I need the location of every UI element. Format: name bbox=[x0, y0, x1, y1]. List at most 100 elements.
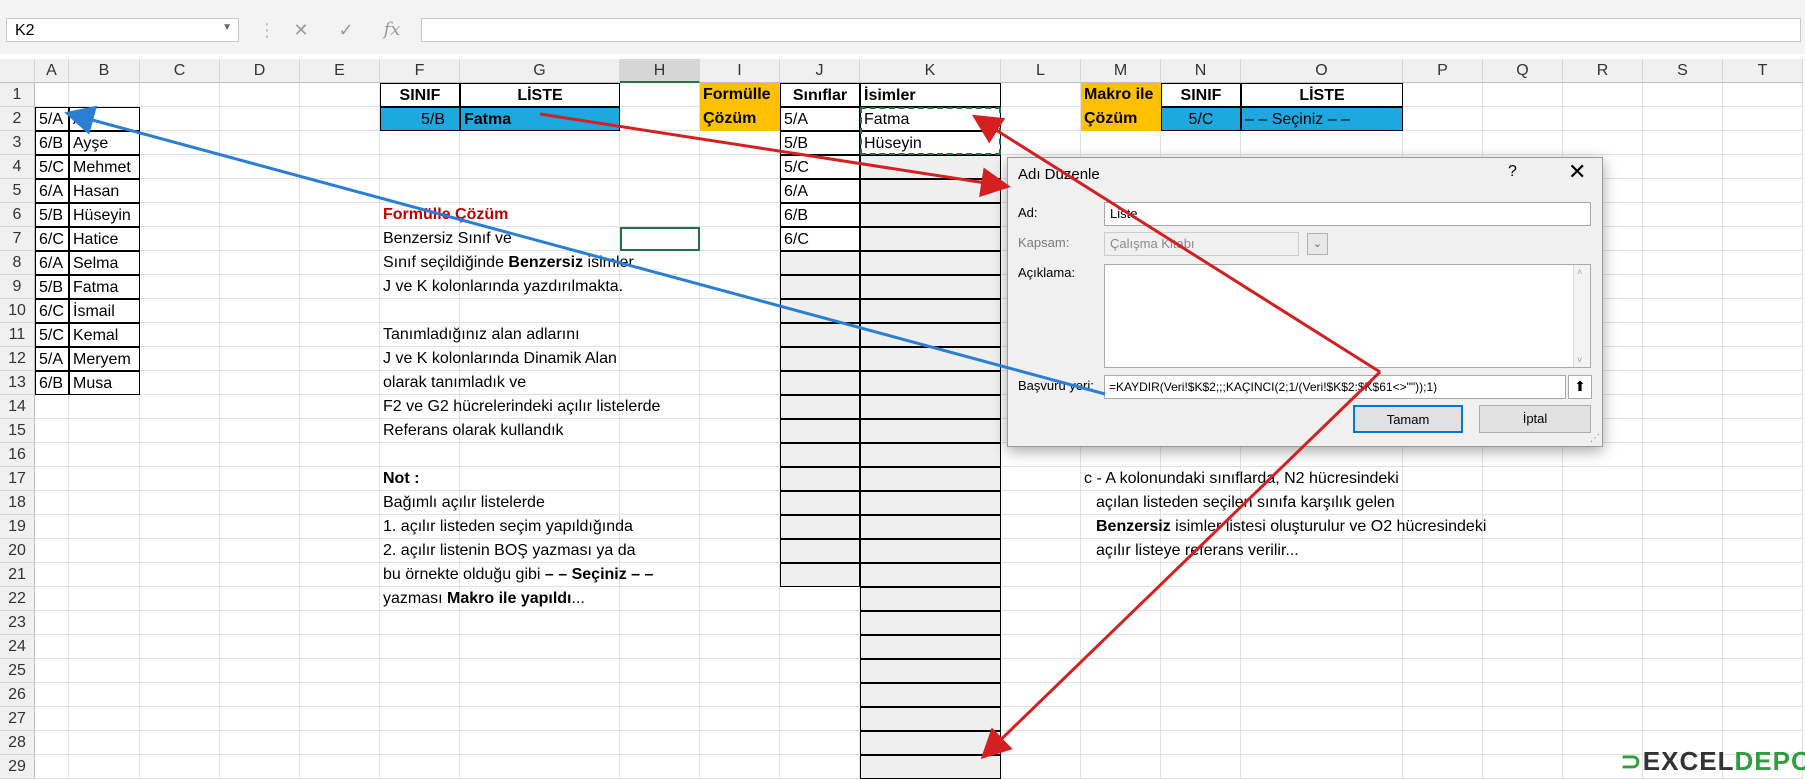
row-header-23[interactable]: 23 bbox=[0, 611, 35, 635]
column-header-i[interactable]: I bbox=[700, 59, 780, 83]
cell-k12[interactable] bbox=[860, 347, 1001, 371]
cell-b4[interactable]: Mehmet bbox=[69, 155, 140, 179]
cell-k27[interactable] bbox=[860, 707, 1001, 731]
cell-g2-liste-dropdown[interactable]: Fatma bbox=[460, 107, 620, 131]
row-header-22[interactable]: 22 bbox=[0, 587, 35, 611]
cell-i2-cozum[interactable]: Çözüm bbox=[700, 107, 780, 131]
column-header-n[interactable]: N bbox=[1161, 59, 1241, 83]
row-header-13[interactable]: 13 bbox=[0, 371, 35, 395]
cell-k20[interactable] bbox=[860, 539, 1001, 563]
refers-to-input[interactable]: =KAYDIR(Veri!$K$2;;;KAÇINCI(2;1/(Veri!$K… bbox=[1104, 375, 1566, 399]
row-header-27[interactable]: 27 bbox=[0, 707, 35, 731]
cell-j11[interactable] bbox=[780, 323, 860, 347]
note-f6-title[interactable]: Formülle Çözüm bbox=[380, 203, 508, 227]
column-header-c[interactable]: C bbox=[140, 59, 220, 83]
cell-j16[interactable] bbox=[780, 443, 860, 467]
row-header-2[interactable]: 2 bbox=[0, 107, 35, 131]
row-header-3[interactable]: 3 bbox=[0, 131, 35, 155]
cell-j6[interactable]: 6/B bbox=[780, 203, 860, 227]
row-header-21[interactable]: 21 bbox=[0, 563, 35, 587]
cell-k26[interactable] bbox=[860, 683, 1001, 707]
cell-j12[interactable] bbox=[780, 347, 860, 371]
comment-scrollbar[interactable]: ˄ ˅ bbox=[1573, 265, 1590, 367]
note-f22[interactable]: yazması Makro ile yapıldı... bbox=[380, 587, 585, 611]
row-header-14[interactable]: 14 bbox=[0, 395, 35, 419]
cell-k6[interactable] bbox=[860, 203, 1001, 227]
cancel-icon[interactable]: ✕ bbox=[289, 18, 313, 42]
insert-function-icon[interactable]: fx bbox=[380, 18, 404, 42]
cell-a7[interactable]: 6/C bbox=[35, 227, 69, 251]
row-header-11[interactable]: 11 bbox=[0, 323, 35, 347]
cell-b2[interactable]: Ali bbox=[69, 107, 140, 131]
cell-b9[interactable]: Fatma bbox=[69, 275, 140, 299]
cell-i1-formulle[interactable]: Formülle bbox=[700, 83, 780, 107]
cell-j10[interactable] bbox=[780, 299, 860, 323]
note-m19[interactable]: Benzersiz isimler listesi oluşturulur ve… bbox=[1081, 515, 1486, 539]
cell-k13[interactable] bbox=[860, 371, 1001, 395]
cell-k18[interactable] bbox=[860, 491, 1001, 515]
cell-k4[interactable] bbox=[860, 155, 1001, 179]
note-f19[interactable]: 1. açılır listeden seçim yapıldığında bbox=[380, 515, 633, 539]
cell-k24[interactable] bbox=[860, 635, 1001, 659]
cell-j5[interactable]: 6/A bbox=[780, 179, 860, 203]
cell-m1-makro-ile[interactable]: Makro ile bbox=[1081, 83, 1161, 107]
cell-k5[interactable] bbox=[860, 179, 1001, 203]
column-header-k[interactable]: K bbox=[860, 59, 1001, 83]
collapse-dialog-icon[interactable]: ⬆ bbox=[1568, 375, 1592, 399]
cell-k11[interactable] bbox=[860, 323, 1001, 347]
cell-a10[interactable]: 6/C bbox=[35, 299, 69, 323]
column-header-d[interactable]: D bbox=[220, 59, 300, 83]
cell-b7[interactable]: Hatice bbox=[69, 227, 140, 251]
cell-j4[interactable]: 5/C bbox=[780, 155, 860, 179]
row-header-7[interactable]: 7 bbox=[0, 227, 35, 251]
row-header-8[interactable]: 8 bbox=[0, 251, 35, 275]
cell-k15[interactable] bbox=[860, 419, 1001, 443]
name-input[interactable]: Liste bbox=[1104, 202, 1591, 226]
note-f20[interactable]: 2. açılır listenin BOŞ yazması ya da bbox=[380, 539, 636, 563]
cell-k23[interactable] bbox=[860, 611, 1001, 635]
select-all-corner[interactable] bbox=[0, 59, 35, 83]
scroll-down-icon[interactable]: ˅ bbox=[1577, 355, 1582, 365]
column-header-e[interactable]: E bbox=[300, 59, 380, 83]
note-f8[interactable]: Sınıf seçildiğinde Benzersiz isimler bbox=[380, 251, 634, 275]
note-f13[interactable]: olarak tanımladık ve bbox=[380, 371, 526, 395]
cell-b11[interactable]: Kemal bbox=[69, 323, 140, 347]
cell-k1-isimler-header[interactable]: İsimler bbox=[860, 83, 1001, 107]
note-f18[interactable]: Bağımlı açılır listelerde bbox=[380, 491, 545, 515]
cell-k8[interactable] bbox=[860, 251, 1001, 275]
cell-j7[interactable]: 6/C bbox=[780, 227, 860, 251]
note-f11[interactable]: Tanımladığınız alan adlarını bbox=[380, 323, 580, 347]
row-header-18[interactable]: 18 bbox=[0, 491, 35, 515]
row-header-1[interactable]: 1 bbox=[0, 83, 35, 107]
row-header-17[interactable]: 17 bbox=[0, 467, 35, 491]
row-header-20[interactable]: 20 bbox=[0, 539, 35, 563]
row-header-24[interactable]: 24 bbox=[0, 635, 35, 659]
note-m20[interactable]: açılır listeye referans verilir... bbox=[1081, 539, 1299, 563]
cell-m2-cozum[interactable]: Çözüm bbox=[1081, 107, 1161, 131]
row-header-5[interactable]: 5 bbox=[0, 179, 35, 203]
cell-f1-sinif-header[interactable]: SINIF bbox=[380, 83, 460, 107]
chevron-down-icon[interactable]: ▼ bbox=[222, 22, 232, 33]
column-header-g[interactable]: G bbox=[460, 59, 620, 83]
row-header-10[interactable]: 10 bbox=[0, 299, 35, 323]
note-f14[interactable]: F2 ve G2 hücrelerindeki açılır listelerd… bbox=[380, 395, 660, 419]
enter-icon[interactable]: ✓ bbox=[334, 18, 358, 42]
cell-k25[interactable] bbox=[860, 659, 1001, 683]
cell-k21[interactable] bbox=[860, 563, 1001, 587]
cell-a12[interactable]: 5/A bbox=[35, 347, 69, 371]
cell-k17[interactable] bbox=[860, 467, 1001, 491]
column-header-q[interactable]: Q bbox=[1483, 59, 1563, 83]
cell-j2[interactable]: 5/A bbox=[780, 107, 860, 131]
cell-j17[interactable] bbox=[780, 467, 860, 491]
cell-k14[interactable] bbox=[860, 395, 1001, 419]
column-header-r[interactable]: R bbox=[1563, 59, 1643, 83]
cell-k22[interactable] bbox=[860, 587, 1001, 611]
note-f9[interactable]: J ve K kolonlarında yazdırılmakta. bbox=[380, 275, 623, 299]
formula-input[interactable] bbox=[421, 18, 1801, 42]
cell-k28[interactable] bbox=[860, 731, 1001, 755]
row-header-12[interactable]: 12 bbox=[0, 347, 35, 371]
cell-a3[interactable]: 6/B bbox=[35, 131, 69, 155]
cell-j8[interactable] bbox=[780, 251, 860, 275]
column-header-a[interactable]: A bbox=[35, 59, 69, 83]
cell-a4[interactable]: 5/C bbox=[35, 155, 69, 179]
